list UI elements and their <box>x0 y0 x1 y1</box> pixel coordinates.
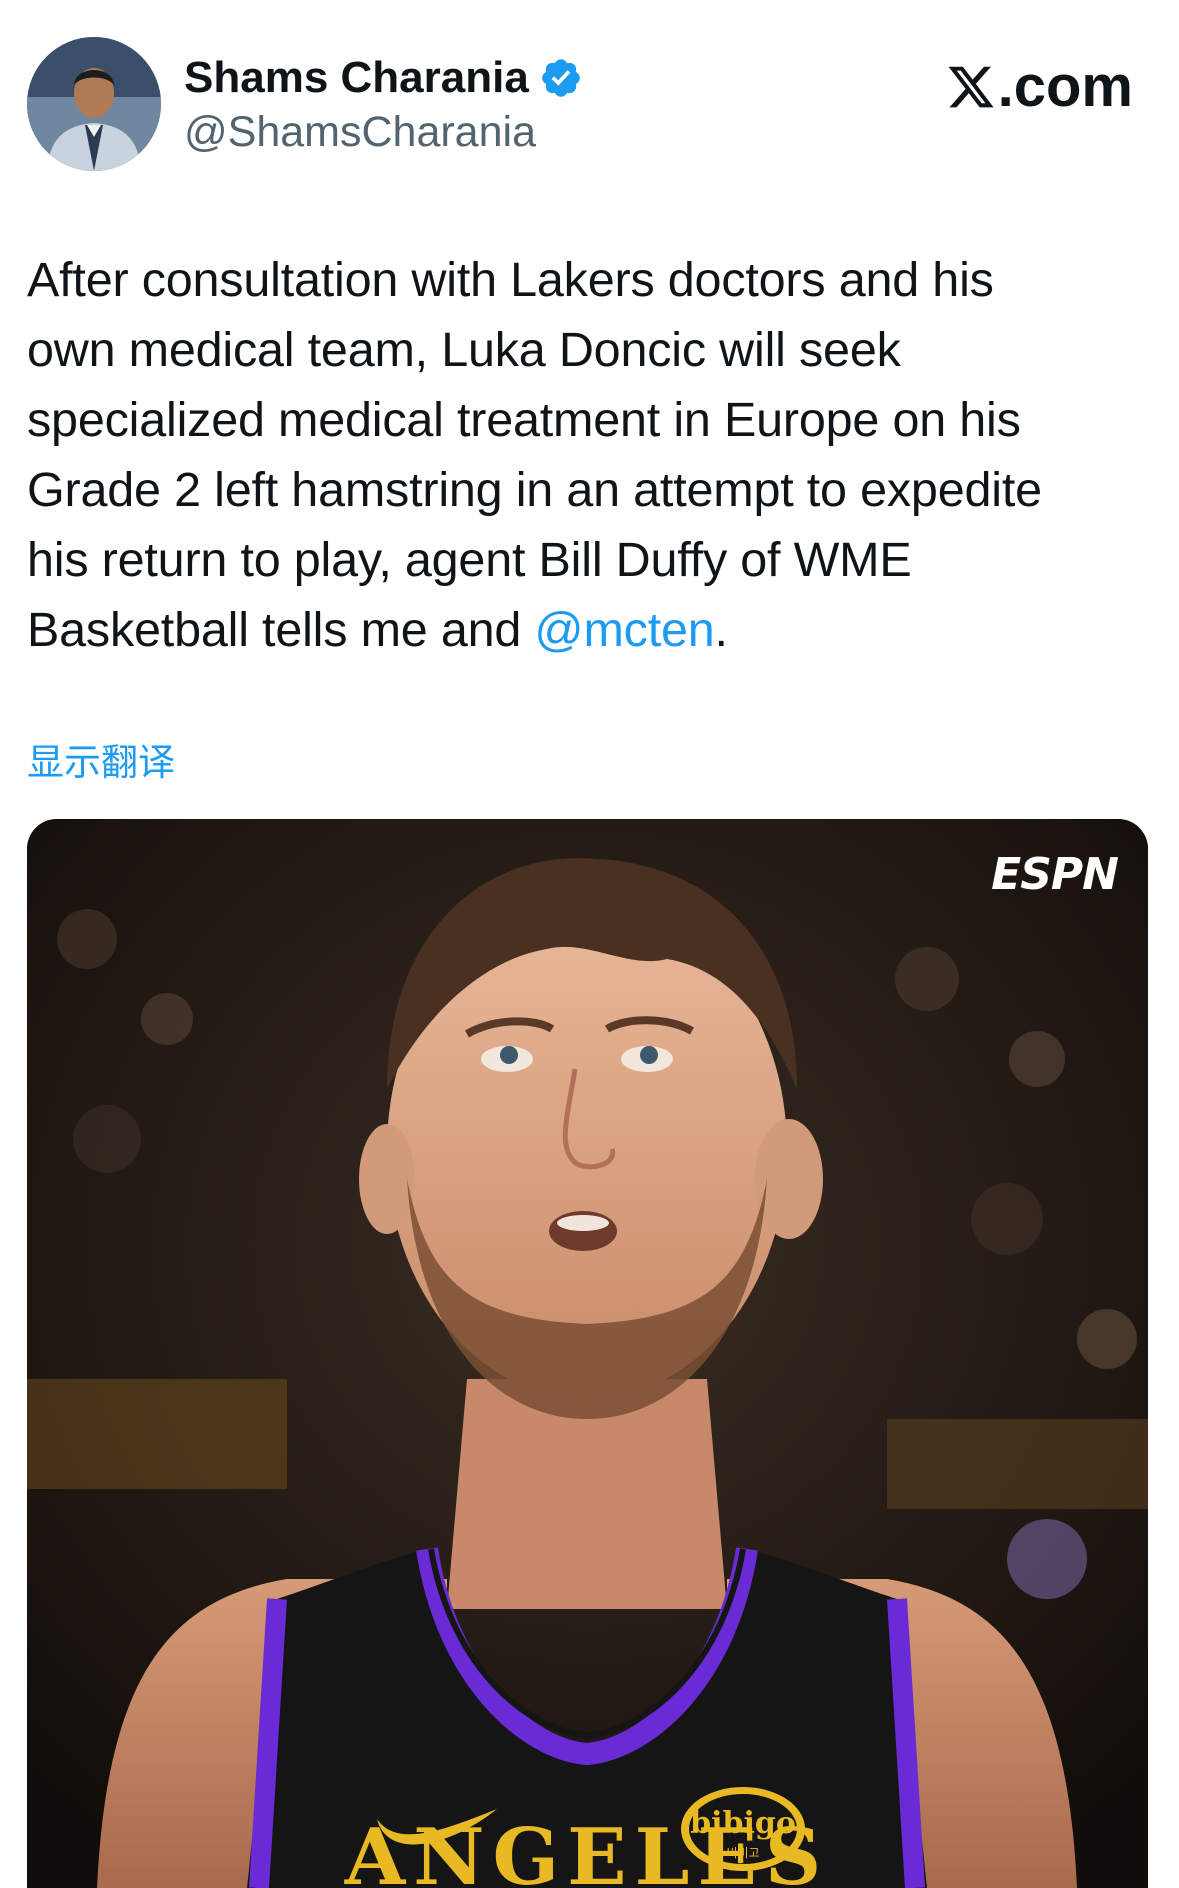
tweet-header: Shams Charania @ShamsCharania .com <box>0 0 1179 190</box>
author-handle[interactable]: @ShamsCharania <box>184 104 536 160</box>
tweet-media-image[interactable]: bibigo 비비고 ANGELES ESPN <box>27 819 1148 1888</box>
author-avatar[interactable] <box>27 37 161 171</box>
show-translation-link[interactable]: 显示翻译 <box>27 738 175 788</box>
x-com-brand: .com <box>946 54 1133 120</box>
espn-watermark: ESPN <box>991 849 1119 900</box>
tweet-line: specialized medical treatment in Europe … <box>27 393 1021 447</box>
author-name-row: Shams Charania <box>184 50 583 106</box>
verified-badge-icon[interactable] <box>539 56 583 100</box>
author-display-name[interactable]: Shams Charania <box>184 50 529 106</box>
x-logo-icon <box>948 66 994 108</box>
tweet-line: his return to play, agent Bill Duffy of … <box>27 533 912 587</box>
tweet-body: After consultation with Lakers doctors a… <box>27 245 1157 665</box>
tweet-line: After consultation with Lakers doctors a… <box>27 253 994 307</box>
brand-domain-label: .com <box>997 54 1133 119</box>
tweet-line-last-period: . <box>714 603 728 657</box>
tweet-line-last-text: Basketball tells me and <box>27 603 535 657</box>
mention-link[interactable]: @mcten <box>534 603 714 657</box>
tweet-line: own medical team, Luka Doncic will seek <box>27 323 901 377</box>
tweet-line-last: Basketball tells me and @mcten. <box>27 595 1157 665</box>
player-photo: bibigo 비비고 ANGELES <box>27 819 1148 1888</box>
avatar-photo <box>27 37 161 171</box>
jersey-lettering: ANGELES <box>344 1812 830 1888</box>
tweet-line: Grade 2 left hamstring in an attempt to … <box>27 463 1042 517</box>
